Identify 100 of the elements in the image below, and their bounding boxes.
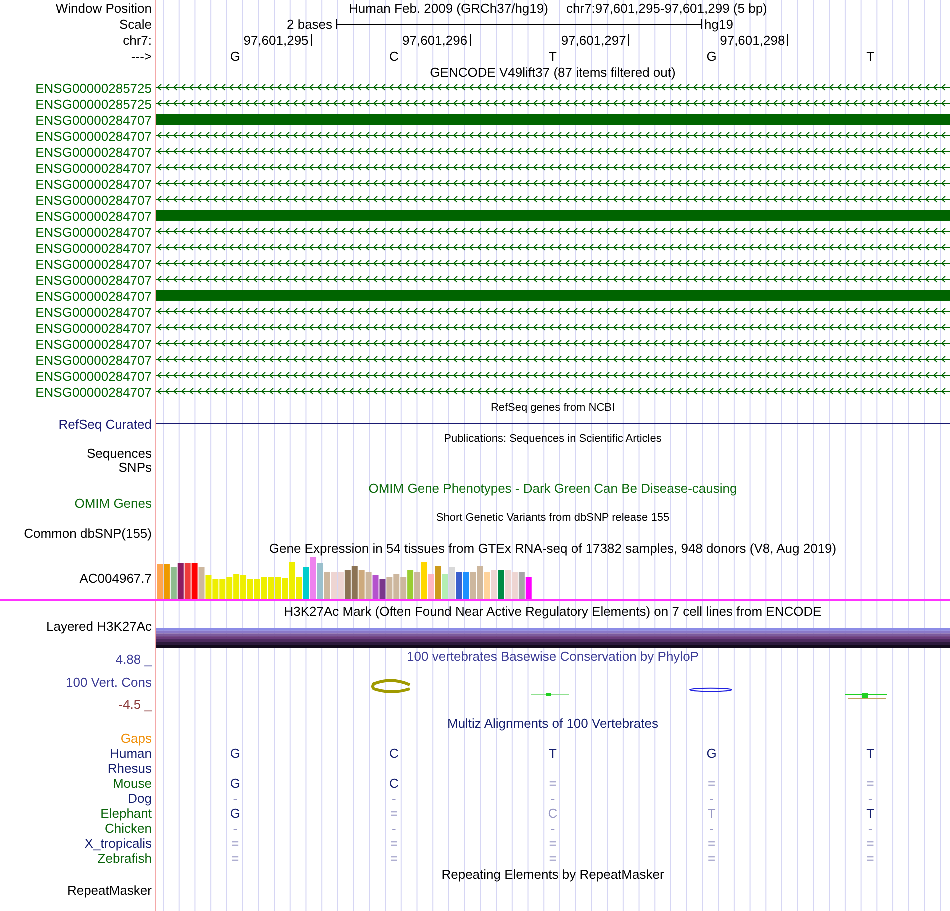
gene-label: ENSG00000284707 — [36, 256, 152, 272]
gene-label: ENSG00000284707 — [36, 224, 152, 240]
alignment-base: - — [232, 821, 239, 836]
alignment-base: T — [866, 746, 876, 761]
track-label: RefSeq Curated — [58, 416, 152, 432]
alignment-base: = — [706, 836, 717, 851]
alignment-base: - — [550, 791, 556, 806]
gene-intron-line[interactable] — [156, 164, 950, 171]
species-label: X_tropicalis — [84, 836, 152, 851]
gene-intron-line[interactable] — [156, 388, 950, 395]
track-label: 100 Vert. Cons — [66, 674, 152, 690]
gene-intron-line[interactable] — [156, 180, 950, 187]
gene-intron-line[interactable] — [156, 324, 950, 331]
base-letter: T — [866, 48, 876, 64]
alignment-base: = — [866, 776, 876, 791]
gene-intron-line[interactable] — [156, 340, 950, 347]
track-title: Repeating Elements by RepeatMasker — [442, 866, 664, 882]
gene-intron-line[interactable] — [156, 196, 950, 203]
gene-intron-line[interactable] — [156, 372, 950, 379]
gene-label: ENSG00000284707 — [36, 128, 152, 144]
gene-intron-line[interactable] — [156, 356, 950, 363]
gene-label: ENSG00000284707 — [36, 208, 152, 224]
ruler-tick-label: 97,601,298 — [720, 32, 786, 48]
track-title: Short Genetic Variants from dbSNP release 155 — [436, 510, 670, 526]
alignment-base: - — [867, 821, 874, 836]
gene-intron-line[interactable] — [156, 100, 950, 107]
gene-label: ENSG00000284707 — [36, 320, 152, 336]
expression-bar[interactable] — [380, 579, 386, 599]
gene-label: ENSG00000285725 — [36, 80, 152, 96]
alignment-base: T — [706, 806, 717, 821]
species-label: Elephant — [100, 806, 152, 821]
gene-label: ENSG00000284707 — [36, 240, 152, 256]
species-label: Rhesus — [108, 761, 152, 776]
scale-length: 2 bases — [287, 16, 333, 32]
gene-line[interactable] — [156, 423, 950, 424]
alignment-base: - — [550, 821, 556, 836]
ruler-tick-label: 97,601,297 — [561, 32, 626, 48]
alignment-base: C — [388, 746, 400, 761]
gene-intron-line[interactable] — [156, 132, 950, 139]
track-title: GENCODE V49lift37 (87 items filtered out) — [430, 64, 676, 80]
axis-min-label: -4.5 _ — [118, 697, 152, 712]
alignment-base: T — [548, 746, 558, 761]
alignment-base: - — [391, 821, 398, 836]
expression-bar[interactable] — [352, 566, 358, 599]
alignment-base: C — [388, 776, 400, 791]
alignment-base: G — [706, 746, 718, 761]
strand-label: ---> — [131, 48, 152, 64]
gene-label: ENSG00000284707 — [36, 336, 152, 352]
gene-intron-line[interactable] — [156, 228, 950, 235]
alignment-base: = — [389, 851, 399, 866]
expression-bar[interactable] — [456, 572, 462, 599]
species-label: Human — [110, 746, 152, 761]
gene-exon-block[interactable] — [156, 290, 950, 301]
alignment-base: - — [708, 791, 715, 806]
conservation-glyph — [845, 693, 887, 699]
alignment-base: = — [706, 776, 717, 791]
alignment-base: = — [548, 836, 558, 851]
gene-intron-line[interactable] — [156, 84, 950, 91]
ruler-tick-label: 97,601,295 — [244, 32, 309, 48]
gene-intron-line[interactable] — [156, 148, 950, 155]
position-range: chr7:97,601,295-97,601,299 (5 bp) — [566, 0, 768, 16]
gene-label: ENSG00000284707 — [36, 144, 152, 160]
gene-intron-line[interactable] — [156, 308, 950, 315]
axis-max-label: 4.88 _ — [116, 652, 152, 667]
gene-intron-line[interactable] — [156, 260, 950, 267]
gene-label: ENSG00000284707 — [36, 352, 152, 368]
base-letter: C — [388, 48, 400, 64]
gene-label: ENSG00000284707 — [36, 112, 152, 128]
expression-bar[interactable] — [178, 563, 184, 599]
alignment-base: = — [389, 836, 399, 851]
gene-exon-block[interactable] — [156, 114, 950, 125]
row-label: chr7: — [123, 32, 152, 48]
base-letter: T — [548, 48, 558, 64]
gene-exon-block[interactable] — [156, 210, 950, 221]
conservation-glyph — [690, 688, 732, 692]
gene-label: ENSG00000284707 — [36, 272, 152, 288]
alignment-base: - — [391, 791, 398, 806]
alignment-base: G — [229, 776, 242, 791]
gene-intron-line[interactable] — [156, 244, 950, 251]
species-label: Dog — [128, 791, 152, 806]
alignment-base: - — [867, 791, 874, 806]
base-letter: G — [706, 48, 718, 64]
track-title: Publications: Sequences in Scientific Articles — [444, 432, 662, 446]
track-title: 100 vertebrates Basewise Conservation by PhyloP — [407, 649, 699, 664]
ruler-tick-label: 97,601,296 — [402, 32, 468, 48]
expression-bar[interactable] — [344, 570, 351, 599]
base-letter: G — [229, 48, 242, 64]
alignment-base: = — [389, 806, 399, 821]
gene-intron-line[interactable] — [156, 276, 950, 283]
alignment-base: = — [230, 851, 240, 866]
alignment-base: = — [548, 776, 558, 791]
alignment-base: G — [229, 806, 242, 821]
expression-bar[interactable] — [498, 570, 504, 599]
alignment-base: C — [547, 806, 559, 821]
alignment-base: = — [548, 851, 558, 866]
conservation-glyph — [372, 679, 411, 694]
track-title: Gene Expression in 54 tissues from GTEx RNA-seq of 17382 samples, 948 donors (V8, Aug 2019) — [269, 541, 837, 556]
alignment-base: - — [708, 821, 715, 836]
alignment-base: = — [230, 836, 240, 851]
expression-bar[interactable] — [184, 563, 191, 599]
